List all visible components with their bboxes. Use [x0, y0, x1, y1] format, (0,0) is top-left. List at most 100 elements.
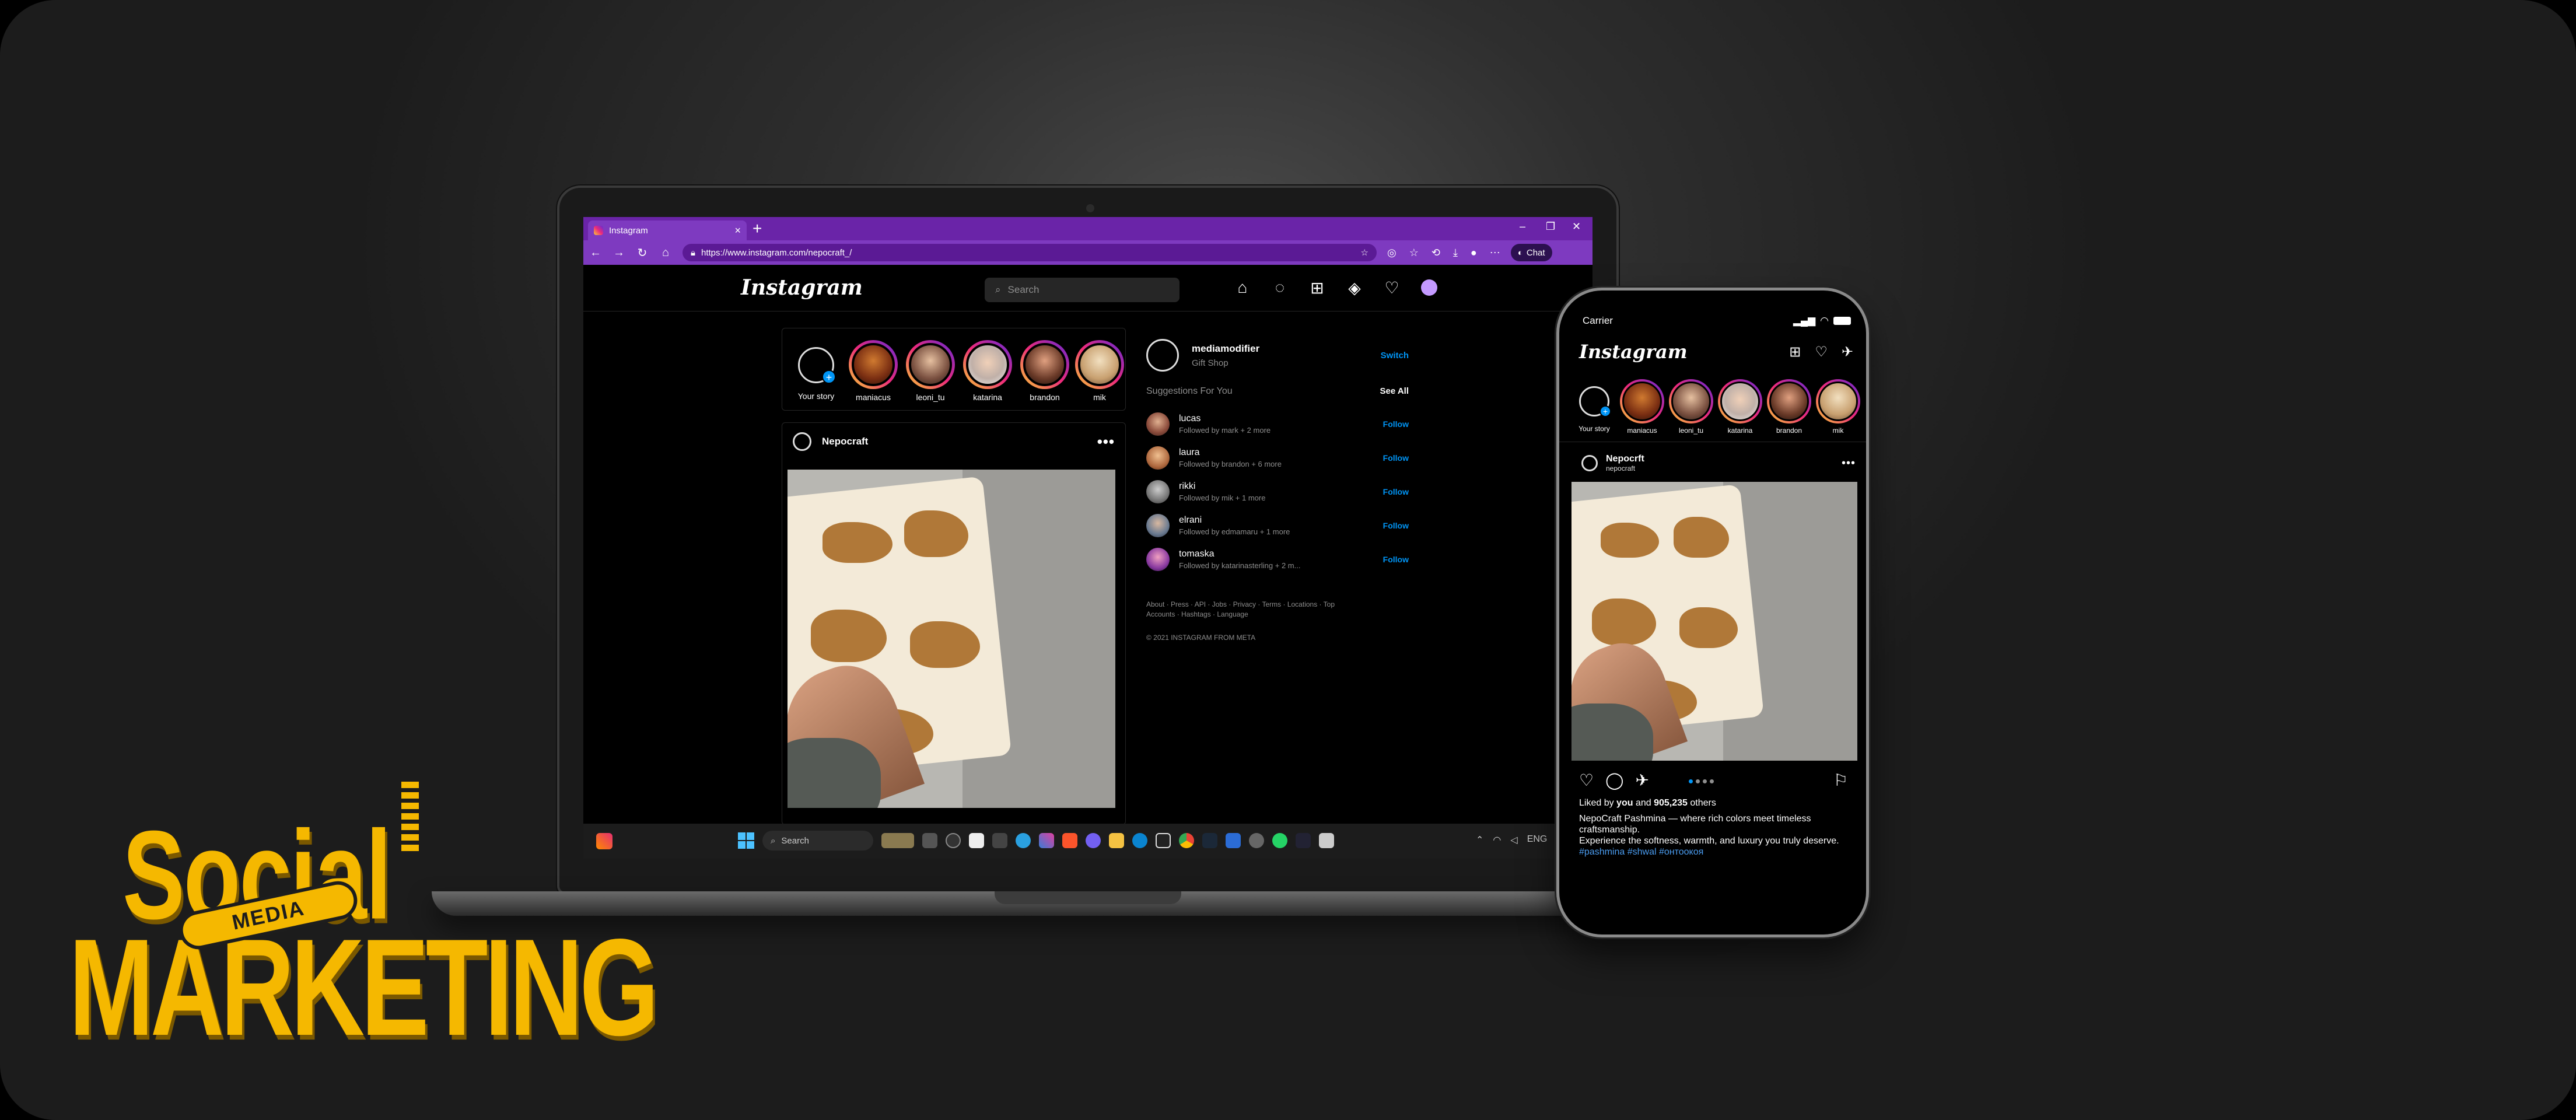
story-item[interactable]: mik: [1815, 379, 1861, 435]
story-own[interactable]: + Your story: [1571, 379, 1618, 433]
news-icon[interactable]: [881, 833, 914, 848]
story-item[interactable]: leoni_tu: [1668, 379, 1714, 435]
app-icon[interactable]: [1296, 833, 1311, 848]
close-icon[interactable]: ✕: [1572, 220, 1581, 233]
likes-count[interactable]: 905,235: [1654, 798, 1688, 808]
viber-icon[interactable]: [1086, 833, 1101, 848]
profile-avatar[interactable]: [1146, 339, 1179, 372]
story-item[interactable]: leoni_tu: [905, 340, 956, 402]
widgets-icon[interactable]: [596, 833, 612, 849]
explore-icon[interactable]: ◈: [1346, 279, 1363, 297]
switch-button[interactable]: Switch: [1381, 351, 1409, 360]
suggestion-name[interactable]: laura: [1179, 447, 1282, 458]
post-photo[interactable]: [788, 470, 1115, 808]
extension-icon[interactable]: ◎: [1387, 247, 1396, 259]
suggestion-name[interactable]: rikki: [1179, 481, 1265, 492]
post-author-avatar[interactable]: [793, 432, 811, 451]
edge-icon[interactable]: [1132, 833, 1147, 848]
likes-you[interactable]: you: [1616, 798, 1633, 808]
forward-icon[interactable]: →: [612, 246, 625, 260]
folder-icon[interactable]: [1109, 833, 1124, 848]
post-author-avatar[interactable]: [1581, 455, 1598, 471]
comment-icon[interactable]: ◯: [1605, 771, 1623, 790]
suggestion-avatar[interactable]: [1146, 514, 1170, 537]
brave-icon[interactable]: [1062, 833, 1077, 848]
copilot-icon[interactable]: [946, 833, 961, 848]
follow-button[interactable]: Follow: [1383, 487, 1409, 496]
follow-button[interactable]: Follow: [1383, 555, 1409, 564]
back-icon[interactable]: ←: [589, 246, 602, 260]
profile-username[interactable]: mediamodifier: [1192, 343, 1259, 355]
instagram-logo[interactable]: Instagram: [1579, 341, 1688, 363]
speaker-icon[interactable]: ◁: [1510, 834, 1517, 846]
story-item[interactable]: katarina: [1717, 379, 1763, 435]
app-icon[interactable]: [1319, 833, 1334, 848]
downloads-icon[interactable]: ⤓: [1453, 247, 1458, 259]
new-post-icon[interactable]: ⊞: [1789, 344, 1801, 360]
taskbar-search[interactable]: ⌕ Search: [762, 831, 873, 850]
follow-button[interactable]: Follow: [1383, 419, 1409, 429]
add-story-icon[interactable]: +: [1600, 405, 1611, 417]
telegram-icon[interactable]: [1016, 833, 1031, 848]
new-tab-button[interactable]: +: [752, 219, 762, 238]
heart-icon[interactable]: ♡: [1383, 279, 1401, 297]
reload-icon[interactable]: ↻: [636, 246, 649, 260]
post-menu-icon[interactable]: •••: [1097, 433, 1115, 451]
new-post-icon[interactable]: ⊞: [1308, 279, 1326, 297]
hashtags[interactable]: #pashmina #shwal #онтоокоя: [1579, 846, 1853, 858]
messenger-icon[interactable]: ◌: [1271, 278, 1289, 296]
tab-close-icon[interactable]: ×: [734, 225, 741, 237]
wifi-icon[interactable]: ◠: [1493, 834, 1501, 846]
home-icon[interactable]: ⌂: [1234, 278, 1251, 296]
restore-icon[interactable]: ❐: [1546, 220, 1555, 233]
suggestion-name[interactable]: elrani: [1179, 515, 1290, 526]
mobile-post-photo[interactable]: [1572, 482, 1857, 761]
see-all-link[interactable]: See All: [1380, 386, 1409, 397]
post-menu-icon[interactable]: •••: [1842, 457, 1856, 470]
story-item[interactable]: maniacus: [848, 340, 899, 402]
story-item[interactable]: maniacus: [1619, 379, 1665, 435]
story-item[interactable]: katarina: [962, 340, 1013, 402]
bookmark-icon[interactable]: ⚐: [1833, 771, 1848, 790]
minimize-icon[interactable]: –: [1520, 220, 1525, 233]
language-indicator[interactable]: ENG: [1527, 834, 1548, 846]
post-author[interactable]: Nepocraft: [822, 436, 868, 447]
calendar-icon[interactable]: [969, 833, 984, 848]
terminal-icon[interactable]: [1156, 833, 1171, 848]
settings-icon[interactable]: [1249, 833, 1264, 848]
follow-button[interactable]: Follow: [1383, 453, 1409, 463]
chat-button[interactable]: ◐ Chat: [1510, 244, 1552, 261]
footer-links[interactable]: About · Press · API · Jobs · Privacy · T…: [1146, 600, 1339, 620]
heart-icon[interactable]: ♡: [1815, 344, 1828, 360]
browser-tab[interactable]: Instagram ×: [588, 220, 747, 240]
profile-avatar[interactable]: ●: [1471, 247, 1477, 259]
vscode-icon[interactable]: [1226, 833, 1241, 848]
chrome-icon[interactable]: [1179, 833, 1194, 848]
suggestion-avatar[interactable]: [1146, 548, 1170, 571]
history-icon[interactable]: ⟲: [1432, 247, 1440, 259]
home-icon[interactable]: ⌂: [659, 246, 672, 260]
search-input[interactable]: ⌕ Search: [985, 278, 1180, 302]
suggestion-name[interactable]: lucas: [1179, 414, 1270, 424]
more-icon[interactable]: ⋯: [1490, 247, 1500, 259]
collections-icon[interactable]: ☆: [1409, 247, 1419, 259]
task-view-icon[interactable]: [922, 833, 937, 848]
story-item[interactable]: brandon: [1766, 379, 1812, 435]
instagram-logo[interactable]: Instagram: [741, 275, 863, 300]
suggestion-avatar[interactable]: [1146, 446, 1170, 470]
post-author[interactable]: Nepocrft: [1606, 454, 1644, 464]
follow-button[interactable]: Follow: [1383, 521, 1409, 530]
messenger-icon[interactable]: [1039, 833, 1054, 848]
story-item[interactable]: brandon: [1019, 340, 1070, 402]
chevron-up-icon[interactable]: ⌃: [1476, 834, 1483, 846]
app-icon[interactable]: [992, 833, 1007, 848]
like-icon[interactable]: ♡: [1579, 771, 1594, 790]
whatsapp-icon[interactable]: [1272, 833, 1287, 848]
url-field[interactable]: 🔒︎ https://www.instagram.com/nepocraft_/…: [682, 244, 1377, 261]
suggestion-name[interactable]: tomaska: [1179, 549, 1300, 559]
profile-avatar[interactable]: [1420, 279, 1438, 296]
favorite-star-icon[interactable]: ☆: [1361, 247, 1368, 258]
direct-message-icon[interactable]: ✈: [1842, 344, 1853, 360]
add-story-icon[interactable]: +: [822, 370, 836, 384]
share-icon[interactable]: ✈: [1635, 771, 1648, 790]
